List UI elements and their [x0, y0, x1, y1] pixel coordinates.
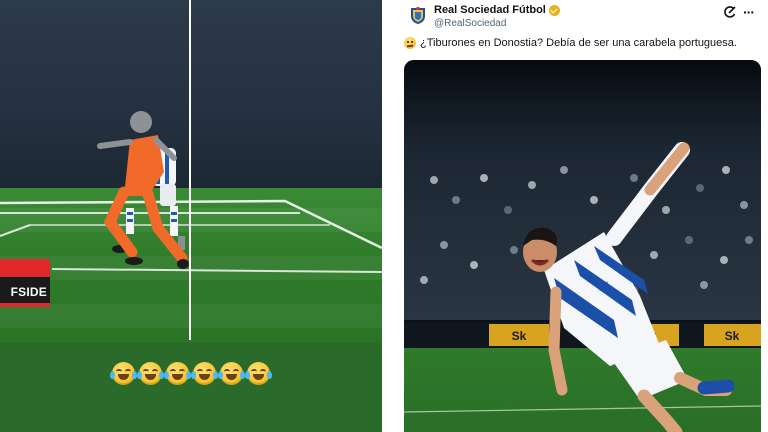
offside-label: FSIDE	[0, 277, 50, 307]
laughing-emoji-row	[0, 362, 382, 390]
header-actions: ···	[723, 5, 755, 19]
ad-board-text-1: Sk	[512, 329, 527, 343]
author-name-line[interactable]: Real Sociedad Fútbol	[434, 4, 560, 16]
tweet-text: ¿Tiburones en Donostia? Debía de ser una…	[404, 37, 760, 49]
tears-of-joy-emoji-icon	[218, 362, 245, 385]
avatar[interactable]	[408, 5, 428, 25]
tweet-body: ¿Tiburones en Donostia? Debía de ser una…	[420, 37, 737, 49]
offside-badge: FSIDE	[0, 259, 50, 311]
tweet-card: Real Sociedad Fútbol @RealSociedad ··· ¿…	[390, 0, 768, 432]
tears-of-joy-emoji-icon	[245, 362, 272, 385]
tears-of-joy-emoji-icon	[164, 362, 191, 385]
verified-badge-icon	[548, 4, 560, 16]
more-options-icon[interactable]: ···	[743, 5, 755, 19]
celebration-photo: Sk Sk Sk Sk	[404, 60, 761, 432]
panel-divider	[382, 0, 390, 432]
worried-face-icon	[404, 37, 416, 49]
display-name[interactable]: Real Sociedad Fútbol	[434, 4, 546, 16]
offside-replay-panel: FSIDE	[0, 0, 382, 432]
tweet-header: Real Sociedad Fútbol @RealSociedad ···	[404, 3, 762, 31]
tweet-photo[interactable]: Sk Sk Sk Sk	[404, 60, 761, 432]
var-players-illustration	[97, 111, 189, 269]
tears-of-joy-emoji-icon	[191, 362, 218, 385]
grok-icon[interactable]	[723, 5, 737, 19]
tears-of-joy-emoji-icon	[137, 362, 164, 385]
tears-of-joy-emoji-icon	[110, 362, 137, 385]
ad-board-text-3: Sk	[725, 329, 740, 343]
user-handle[interactable]: @RealSociedad	[434, 18, 506, 29]
